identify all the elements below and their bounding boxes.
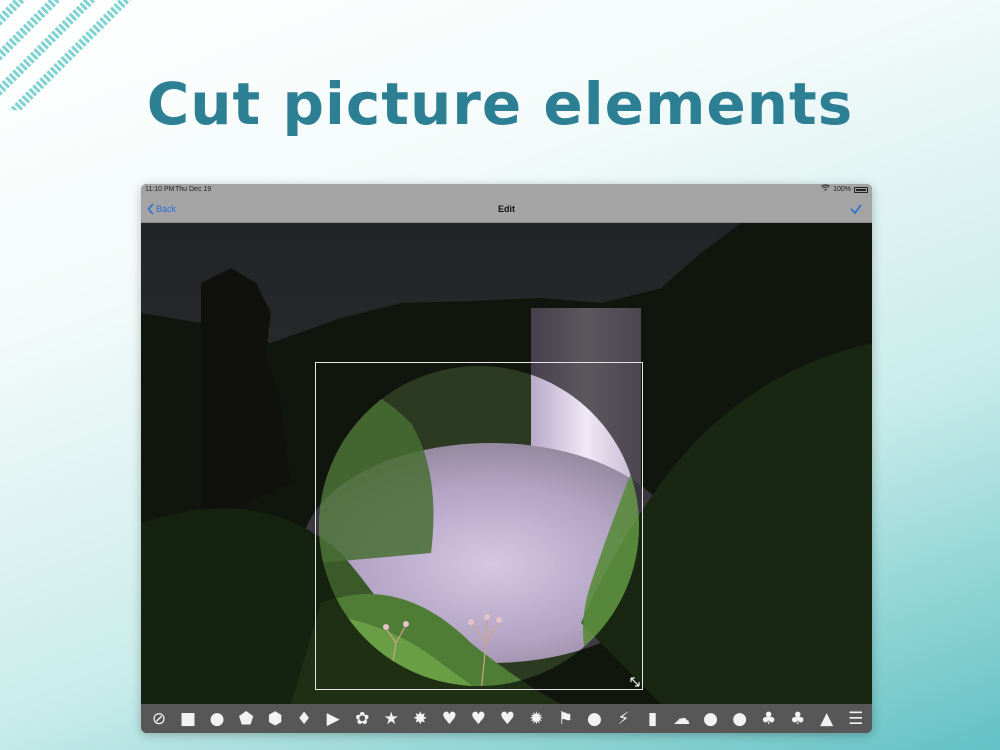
shape-button-heartbeat[interactable]: ♥ [466,708,490,730]
none-icon: ⊘ [151,708,167,729]
shape-button-bookmark[interactable]: ▮ [641,708,665,730]
cloud-icon: ☁ [673,708,691,729]
speech-bubble-icon: ● [587,708,602,729]
lightning-icon: ⚡ [617,708,630,729]
clover-icon: ♣ [761,708,777,729]
circle-icon: ● [209,708,225,729]
tree-icon: ♣ [790,708,806,729]
burst-icon: ✸ [413,708,428,729]
heartbeat-icon: ♥ [470,708,486,729]
shape-button-clover[interactable]: ♣ [757,708,781,730]
shape-button-pine-tree[interactable]: ▲ [815,708,839,730]
spark-icon: ✹ [529,708,544,729]
square-icon: ■ [180,708,197,729]
status-bar: 11:10 PM Thu Dec 19 100% [141,184,872,196]
crop-frame[interactable] [315,362,643,690]
pear-icon: ● [732,708,748,729]
menu-icon: ☰ [848,708,864,729]
flower-icon: ✿ [355,708,370,729]
heart-icon: ♥ [441,708,457,729]
shape-button-menu[interactable]: ☰ [844,708,868,730]
shape-button-cloud[interactable]: ☁ [670,708,694,730]
shape-button-apple[interactable]: ● [699,708,723,730]
diamond-icon: ♦ [296,708,312,729]
broken-heart-icon: ♥ [499,708,515,729]
photo-canvas[interactable] [141,223,872,704]
status-date: Thu Dec 19 [175,186,212,193]
nav-title: Edit [498,204,515,214]
tablet-screen: 11:10 PM Thu Dec 19 100% Back Edit ⊘ ■ ●… [141,184,872,733]
pine-tree-icon: ▲ [820,708,834,729]
shape-button-flower[interactable]: ✿ [350,708,374,730]
pentagon-icon: ⬟ [238,708,254,729]
shape-button-lightning[interactable]: ⚡ [612,708,636,730]
status-right: 100% [821,184,868,196]
shape-button-burst[interactable]: ✸ [408,708,432,730]
wifi-icon [821,184,830,196]
resize-handle[interactable] [628,675,642,689]
shape-button-pentagon[interactable]: ⬟ [234,708,258,730]
shape-button-heart[interactable]: ♥ [437,708,461,730]
shape-button-hexagon[interactable]: ⬢ [263,708,287,730]
shape-button-square[interactable]: ■ [176,708,200,730]
shape-button-tree[interactable]: ♣ [786,708,810,730]
back-label: Back [156,204,177,214]
shape-button-speech-bubble[interactable]: ● [582,708,606,730]
bookmark-icon: ▮ [647,708,658,729]
shape-button-star[interactable]: ★ [379,708,403,730]
status-time: 11:10 PM [145,186,175,193]
shape-button-pear[interactable]: ● [728,708,752,730]
back-button[interactable]: Back [147,196,176,222]
hexagon-icon: ⬢ [267,708,283,729]
shape-toolbar: ⊘ ■ ● ⬟ ⬢ ♦ ▶ ✿ ★ ✸ ♥ ♥ ♥ ✹ ⚑ ● ⚡ ▮ ☁ ● ● ♣ ♣ ▲ ☰ [141,704,872,733]
battery-percent: 100% [833,186,851,193]
shape-button-broken-heart[interactable]: ♥ [495,708,519,730]
headline: Cut picture elements [146,70,854,138]
shape-button-diamond[interactable]: ♦ [292,708,316,730]
star-icon: ★ [383,708,399,729]
flag-icon: ⚑ [557,708,574,729]
resize-arrows-icon [630,677,640,687]
nav-bar: Back Edit [141,196,872,223]
checkmark-icon [850,204,862,215]
chevron-left-icon [147,203,154,215]
shape-button-circle[interactable]: ● [205,708,229,730]
shape-button-triangle[interactable]: ▶ [321,708,345,730]
apple-icon: ● [703,708,719,729]
triangle-icon: ▶ [326,708,340,729]
battery-icon [854,187,868,193]
shape-button-none[interactable]: ⊘ [147,708,171,730]
shape-button-spark[interactable]: ✹ [524,708,548,730]
shape-button-flag[interactable]: ⚑ [553,708,577,730]
done-button[interactable] [846,199,866,219]
